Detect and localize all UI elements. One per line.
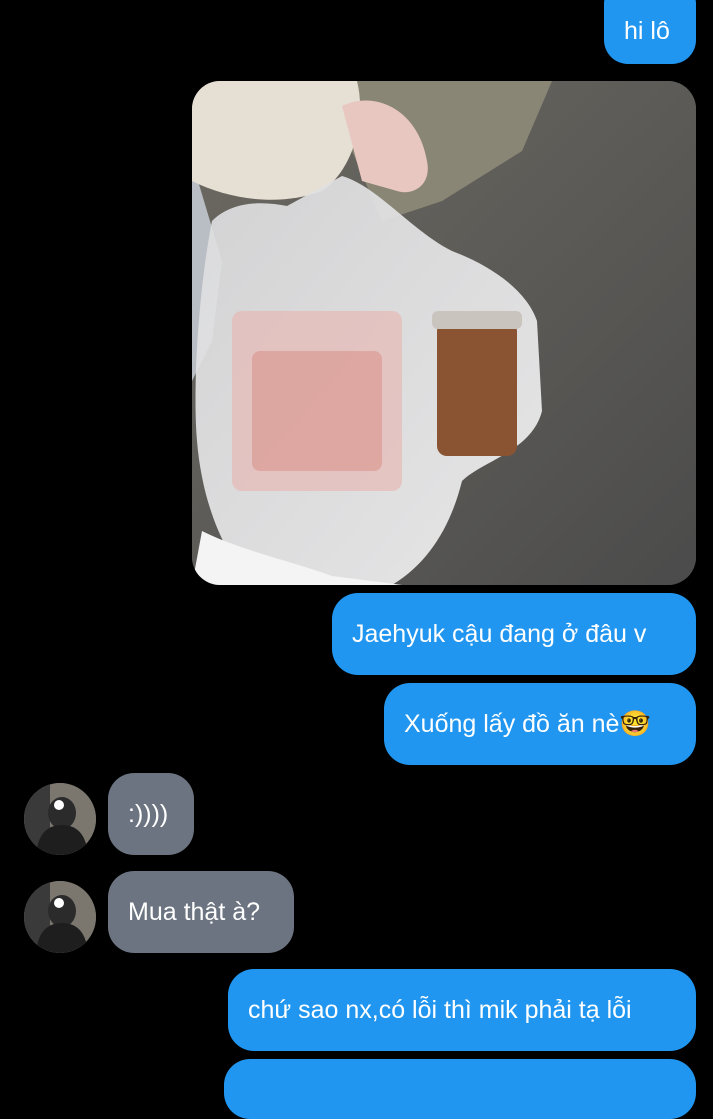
message-text: Mua thật à? <box>128 898 261 926</box>
message-text: hi lô <box>624 17 670 45</box>
message-text: Xuống lấy đồ ăn nè🤓 <box>404 710 651 738</box>
sent-message-bubble[interactable]: Xuống lấy đồ ăn nè🤓 <box>384 683 696 765</box>
avatar-picture <box>24 881 96 953</box>
message-text: Jaehyuk cậu đang ở đâu v <box>352 620 647 648</box>
received-message-bubble[interactable]: :)))) <box>108 773 194 855</box>
sent-message-bubble[interactable]: chứ sao nx,có lỗi thì mik phải tạ lỗi <box>228 969 696 1051</box>
sent-image-message[interactable] <box>192 81 696 585</box>
sent-message-bubble[interactable]: hi lô <box>604 0 696 64</box>
sent-message-bubble-partial[interactable] <box>224 1059 696 1119</box>
avatar-picture <box>24 783 96 855</box>
message-text: chứ sao nx,có lỗi thì mik phải tạ lỗi <box>248 996 632 1024</box>
sent-message-bubble[interactable]: Jaehyuk cậu đang ở đâu v <box>332 593 696 675</box>
message-text: :)))) <box>128 800 169 828</box>
avatar-icon[interactable] <box>24 881 96 953</box>
received-message-bubble[interactable]: Mua thật à? <box>108 871 294 953</box>
photo-of-takeout-bag-icon <box>192 81 696 585</box>
avatar-icon[interactable] <box>24 783 96 855</box>
